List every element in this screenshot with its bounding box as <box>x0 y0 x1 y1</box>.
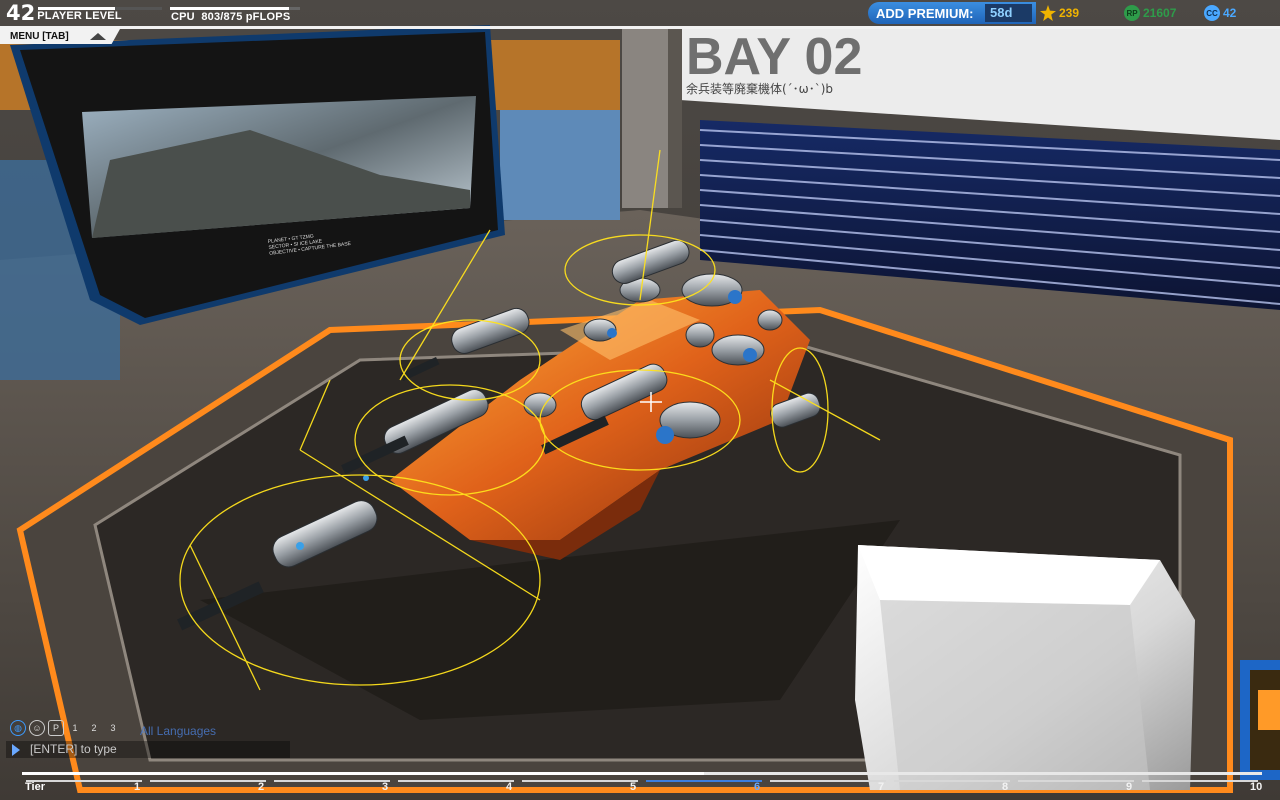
placeholder-cube <box>855 545 1195 790</box>
add-premium-label: ADD PREMIUM: <box>876 6 974 21</box>
tier-segment <box>274 780 390 782</box>
party-2-icon[interactable]: 2 <box>86 720 102 736</box>
cpu-label: CPU <box>171 11 195 23</box>
party-1-icon[interactable]: 1 <box>67 720 83 736</box>
tier-segment <box>770 780 886 782</box>
party-3-icon[interactable]: 3 <box>105 720 121 736</box>
robits-value: 239 <box>1059 6 1080 20</box>
cc-icon: CC <box>1204 5 1220 21</box>
tier-label: Tier <box>25 781 45 793</box>
cc-counter: CC 42 <box>1204 5 1236 21</box>
chat-language-filter[interactable]: All Languages <box>140 724 216 738</box>
tier-number: 7 <box>878 781 885 793</box>
chat-placeholder: [ENTER] to type <box>30 742 117 756</box>
top-hud: 42 PLAYER LEVEL CPU 803/875 pFLOPS ADD P… <box>0 0 1280 29</box>
tier-progress <box>22 772 704 775</box>
player-level-progress <box>38 7 162 10</box>
player-level: 42 PLAYER LEVEL <box>6 2 122 24</box>
menu-label: MENU [TAB] <box>10 31 69 42</box>
play-arrow-icon <box>12 744 20 756</box>
rp-counter: RP 21607 <box>1124 5 1176 21</box>
menu-button[interactable]: MENU [TAB] <box>0 29 120 44</box>
premium-days: 58d <box>985 4 1032 22</box>
player-level-label: PLAYER LEVEL <box>37 10 122 22</box>
chevron-up-icon <box>90 33 106 40</box>
p-icon[interactable]: P <box>48 720 64 736</box>
globe-icon[interactable]: ◍ <box>10 720 26 736</box>
tier-number: 1 <box>134 781 141 793</box>
tier-segment <box>646 780 762 782</box>
tier-segment <box>894 780 1010 782</box>
add-premium-button[interactable]: ADD PREMIUM: 58d <box>868 2 1036 24</box>
tier-number: 6 <box>754 781 761 793</box>
star-icon <box>1040 5 1056 21</box>
cpu-readout: CPU 803/875 pFLOPS <box>171 11 290 23</box>
tier-segment <box>26 780 142 782</box>
chat-input[interactable]: [ENTER] to type <box>6 741 290 758</box>
tier-number: 10 <box>1250 781 1263 793</box>
player-level-number: 42 <box>6 1 36 25</box>
rp-value: 21607 <box>1143 6 1177 20</box>
tier-bar: Tier 1 2 3 4 5 6 7 8 9 10 <box>22 772 1262 800</box>
tier-number: 4 <box>506 781 513 793</box>
tier-segment <box>1018 780 1134 782</box>
robits-counter: 239 <box>1040 5 1079 21</box>
tier-segment <box>150 780 266 782</box>
tier-number: 3 <box>382 781 389 793</box>
tier-segment <box>522 780 638 782</box>
tier-number: 5 <box>630 781 637 793</box>
person-icon[interactable]: ☺ <box>29 720 45 736</box>
chat-toolbar: ◍ ☺ P 1 2 3 <box>10 720 121 736</box>
tier-segment <box>1142 780 1258 782</box>
tier-number: 2 <box>258 781 265 793</box>
cpu-progress <box>170 7 300 10</box>
cc-value: 42 <box>1223 6 1237 20</box>
top-divider <box>0 26 1280 29</box>
tier-number: 9 <box>1126 781 1133 793</box>
rp-icon: RP <box>1124 5 1140 21</box>
cpu-value: 803/875 pFLOPS <box>201 11 291 23</box>
tier-number: 8 <box>1002 781 1009 793</box>
garage-scene: BAY 02 余兵装等廃棄機体(´･ω･`)b PLANET • GT TZMG… <box>0 0 1280 800</box>
bay-subtitle: 余兵装等廃棄機体(´･ω･`)b <box>686 81 833 96</box>
tier-segment <box>398 780 514 782</box>
bay-title: BAY 02 <box>686 28 862 86</box>
